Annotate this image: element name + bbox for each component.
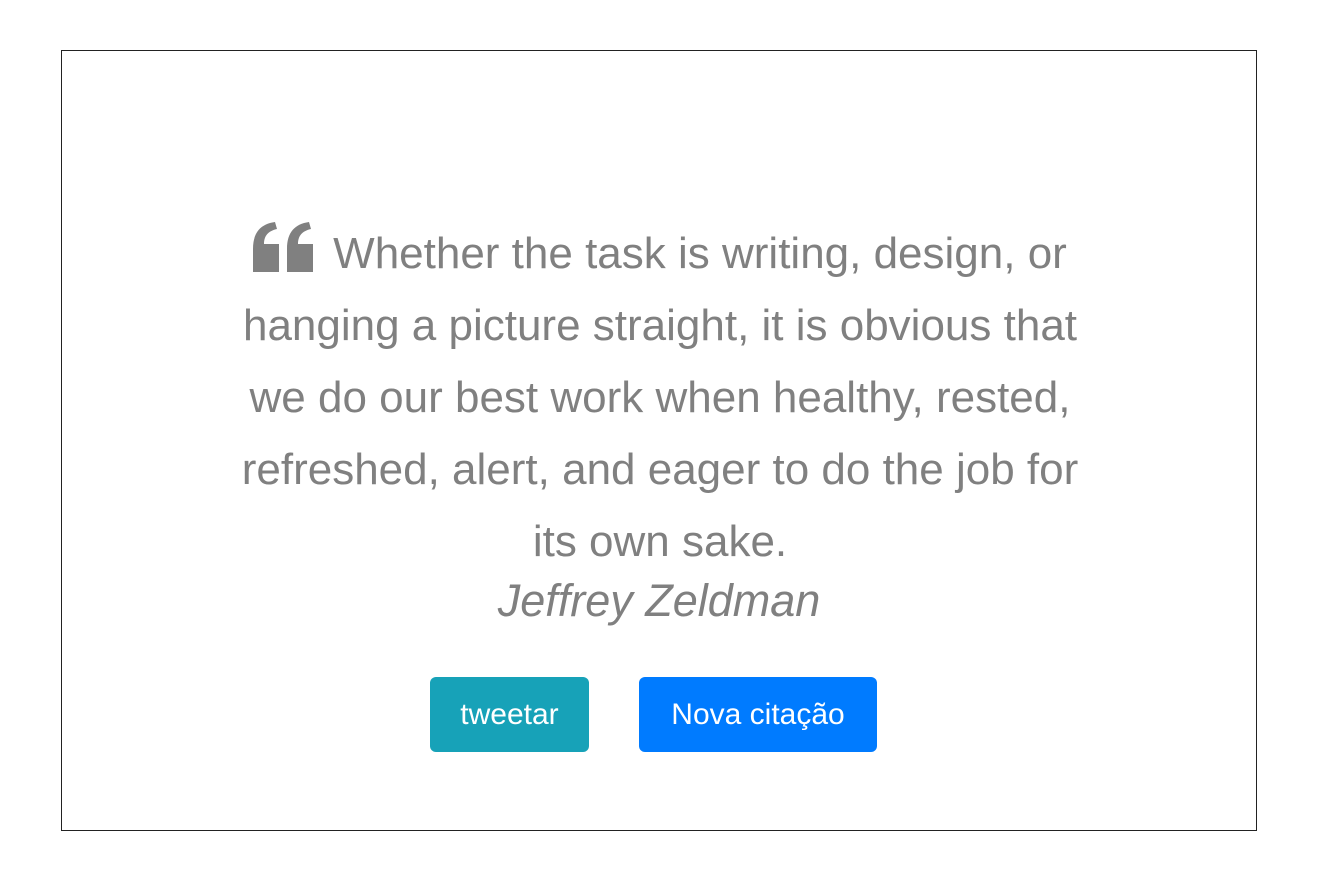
quote-left-icon [253, 222, 315, 272]
quote-text-block: Whether the task is writing, design, or … [232, 218, 1088, 578]
quote-author: Jeffrey Zeldman [497, 575, 821, 626]
tweet-button[interactable]: tweetar [430, 677, 589, 752]
quote-box: Whether the task is writing, design, or … [61, 50, 1257, 831]
new-quote-button[interactable]: Nova citação [639, 677, 877, 752]
quote-text: Whether the task is writing, design, or … [241, 229, 1079, 566]
